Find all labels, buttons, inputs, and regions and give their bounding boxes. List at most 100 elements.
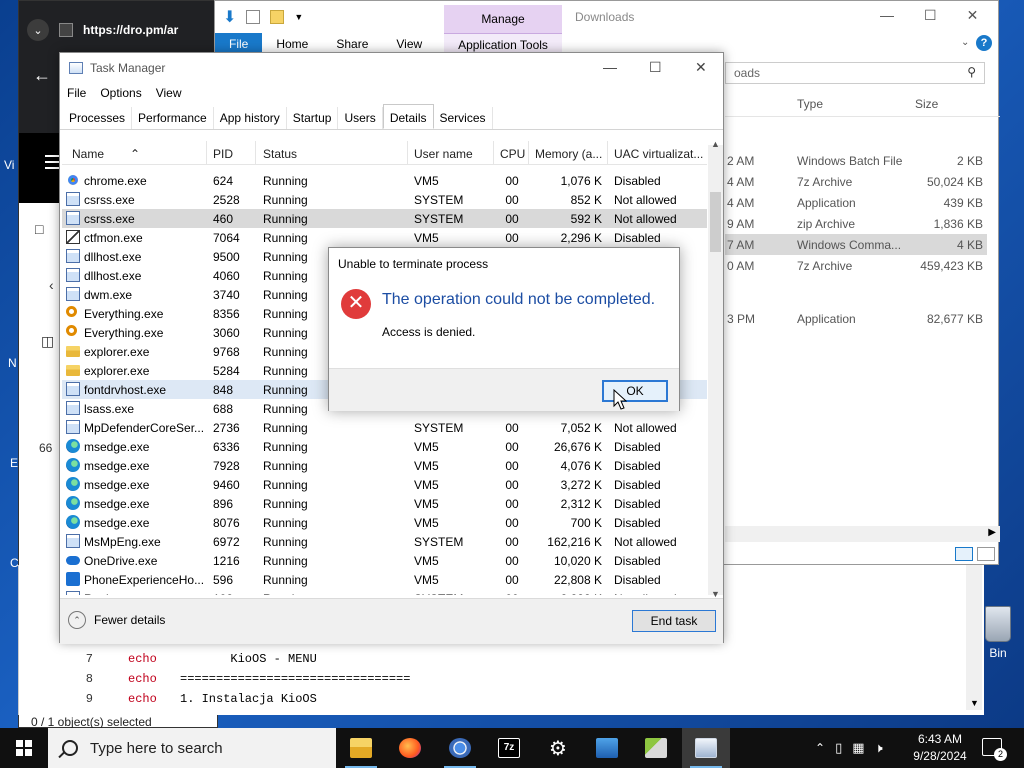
taskbar-app-firefox[interactable]: [386, 728, 434, 768]
table-row[interactable]: PhoneExperienceHo... 596 Running VM5 00 22,80…: [62, 570, 707, 589]
file-row[interactable]: 4 AM 7z Archive 50,024 KB: [725, 171, 987, 192]
end-task-button[interactable]: End task: [632, 610, 716, 632]
table-row[interactable]: msedge.exe 7928 Running VM5 00 4,076 K Disable…: [62, 456, 707, 475]
close-icon[interactable]: ✕: [967, 7, 979, 24]
column-separator[interactable]: [607, 141, 608, 165]
large-icons-view-icon[interactable]: [977, 547, 995, 561]
taskbar-app-task-manager[interactable]: [682, 728, 730, 768]
column-separator[interactable]: [528, 141, 529, 165]
table-row[interactable]: msedge.exe 6336 Running VM5 00 26,676 K Disabl…: [62, 437, 707, 456]
file-row[interactable]: 2 AM Windows Batch File 2 KB: [725, 150, 987, 171]
table-row[interactable]: Registry 108 Running SYSTEM 00 8,888 K Not all…: [62, 589, 707, 595]
column-uac[interactable]: UAC virtualizat...: [614, 147, 703, 161]
column-cpu[interactable]: CPU: [500, 147, 525, 161]
file-row[interactable]: 9 AM zip Archive 1,836 KB: [725, 213, 987, 234]
new-folder-icon[interactable]: [270, 10, 285, 24]
file-row[interactable]: 7 AM Windows Comma... 4 KB: [725, 234, 987, 255]
column-pid[interactable]: PID: [213, 147, 233, 161]
chevron-left-icon[interactable]: ‹: [49, 277, 54, 293]
column-user-name[interactable]: User name: [414, 147, 473, 161]
title-bar[interactable]: Task Manager — ☐ ✕: [60, 53, 723, 83]
tab-app-history[interactable]: App history: [214, 107, 287, 129]
table-row[interactable]: msedge.exe 896 Running VM5 00 2,312 K Disabled: [62, 494, 707, 513]
scroll-down-icon[interactable]: ▼: [970, 698, 979, 708]
menu-view[interactable]: View: [156, 86, 182, 100]
tab-processes[interactable]: Processes: [63, 107, 133, 129]
taskbar-app-control-panel[interactable]: [583, 728, 631, 768]
desktop-icon-label[interactable]: N: [8, 356, 17, 370]
menu-file[interactable]: File: [67, 86, 86, 100]
scroll-right-icon[interactable]: ▶: [988, 527, 996, 538]
tab-menu-chevron-icon[interactable]: ⌄: [27, 19, 49, 41]
tab-users[interactable]: Users: [338, 107, 383, 129]
table-row[interactable]: csrss.exe 2528 Running SYSTEM 00 852 K Not all…: [62, 190, 707, 209]
network-icon[interactable]: ▦: [852, 740, 864, 756]
show-hidden-icons-chevron-icon[interactable]: ⌃: [815, 741, 825, 755]
taskbar-app-7zip[interactable]: 7z: [485, 728, 533, 768]
tab-startup[interactable]: Startup: [287, 107, 339, 129]
volume-muted-icon[interactable]: 🕨: [875, 740, 883, 756]
device-icon[interactable]: □: [35, 221, 43, 237]
column-size[interactable]: Size: [915, 97, 938, 111]
taskbar-search[interactable]: Type here to search: [48, 728, 336, 768]
scrollbar-thumb[interactable]: [710, 192, 721, 252]
column-separator[interactable]: [407, 141, 408, 165]
ok-button[interactable]: OK: [602, 380, 668, 402]
minimize-icon[interactable]: —: [880, 7, 894, 24]
fewer-details-link[interactable]: ⌃ Fewer details: [68, 611, 165, 629]
table-row[interactable]: msedge.exe 9460 Running VM5 00 3,272 K Disable…: [62, 475, 707, 494]
download-arrow-icon[interactable]: ⬇: [223, 7, 236, 27]
tab-services[interactable]: Services: [434, 107, 493, 129]
ribbon-expand-chevron-icon[interactable]: ⌄: [961, 37, 969, 48]
scroll-up-icon[interactable]: ▲: [711, 139, 720, 149]
tab-details[interactable]: Details: [382, 104, 434, 129]
clock[interactable]: 6:43 AM 9/28/2024: [905, 731, 975, 765]
search-input[interactable]: oads ⚲: [725, 62, 985, 84]
column-memory[interactable]: Memory (a...: [535, 147, 602, 161]
taskbar-app-settings[interactable]: ⚙: [534, 728, 582, 768]
details-view-icon[interactable]: [955, 547, 973, 561]
code-line[interactable]: 8 echo ================================: [19, 672, 979, 692]
qat-dropdown-icon[interactable]: ▼: [294, 12, 303, 22]
column-separator[interactable]: [493, 141, 494, 165]
editor-scrollbar[interactable]: ▼: [966, 565, 982, 710]
table-row[interactable]: chrome.exe 624 Running VM5 00 1,076 K Disabled: [62, 171, 707, 190]
back-arrow-icon[interactable]: ←: [33, 65, 51, 86]
table-row[interactable]: MsMpEng.exe 6972 Running SYSTEM 00 162,216 K N…: [62, 532, 707, 551]
start-button[interactable]: [0, 728, 48, 768]
table-row[interactable]: OneDrive.exe 1216 Running VM5 00 10,020 K Disa…: [62, 551, 707, 570]
table-row[interactable]: MpDefenderCoreSer... 2736 Running SYSTEM 00 7…: [62, 418, 707, 437]
properties-icon[interactable]: [246, 10, 261, 24]
help-icon[interactable]: ?: [976, 35, 992, 51]
table-row[interactable]: ctfmon.exe 7064 Running VM5 00 2,296 K Disable…: [62, 228, 707, 247]
column-name[interactable]: Name: [72, 147, 104, 161]
taskbar-app-network-tool[interactable]: [632, 728, 680, 768]
maximize-icon[interactable]: ☐: [924, 7, 937, 24]
minimize-icon[interactable]: —: [603, 59, 617, 75]
code-line[interactable]: 9 echo 1. Instalacja KioOS: [19, 692, 979, 712]
desktop-icon-label[interactable]: Vi: [4, 158, 14, 172]
code-line[interactable]: 7 echo KioOS - MENU: [19, 652, 979, 672]
maximize-icon[interactable]: ☐: [649, 59, 662, 76]
vertical-scrollbar[interactable]: ▲ ▼: [708, 139, 723, 599]
tab-performance[interactable]: Performance: [132, 107, 214, 129]
taskbar-app-chrome[interactable]: [436, 728, 484, 768]
column-separator[interactable]: [255, 141, 256, 165]
action-center-icon[interactable]: 2: [982, 738, 1007, 761]
close-icon[interactable]: ✕: [695, 59, 707, 76]
column-status[interactable]: Status: [263, 147, 297, 161]
tablet-icon[interactable]: ▯: [835, 740, 842, 756]
file-row[interactable]: 0 AM 7z Archive 459,423 KB: [725, 255, 987, 276]
browser-tab[interactable]: ⌄ https://dro.pm/ar: [27, 19, 178, 41]
horizontal-scrollbar[interactable]: ▶: [725, 526, 1000, 542]
sidebar-toggle-icon[interactable]: ◫: [41, 333, 54, 350]
file-row[interactable]: 4 AM Application 439 KB: [725, 192, 987, 213]
column-separator[interactable]: [206, 141, 207, 165]
menu-options[interactable]: Options: [100, 86, 141, 100]
table-row[interactable]: msedge.exe 8076 Running VM5 00 700 K Disabled: [62, 513, 707, 532]
column-type[interactable]: Type: [797, 97, 823, 111]
recycle-bin[interactable]: Bin: [978, 600, 1018, 670]
file-row[interactable]: 3 PM Application 82,677 KB: [725, 308, 987, 329]
table-row[interactable]: csrss.exe 460 Running SYSTEM 00 592 K Not allo…: [62, 209, 707, 228]
taskbar-app-file-explorer[interactable]: [337, 728, 385, 768]
